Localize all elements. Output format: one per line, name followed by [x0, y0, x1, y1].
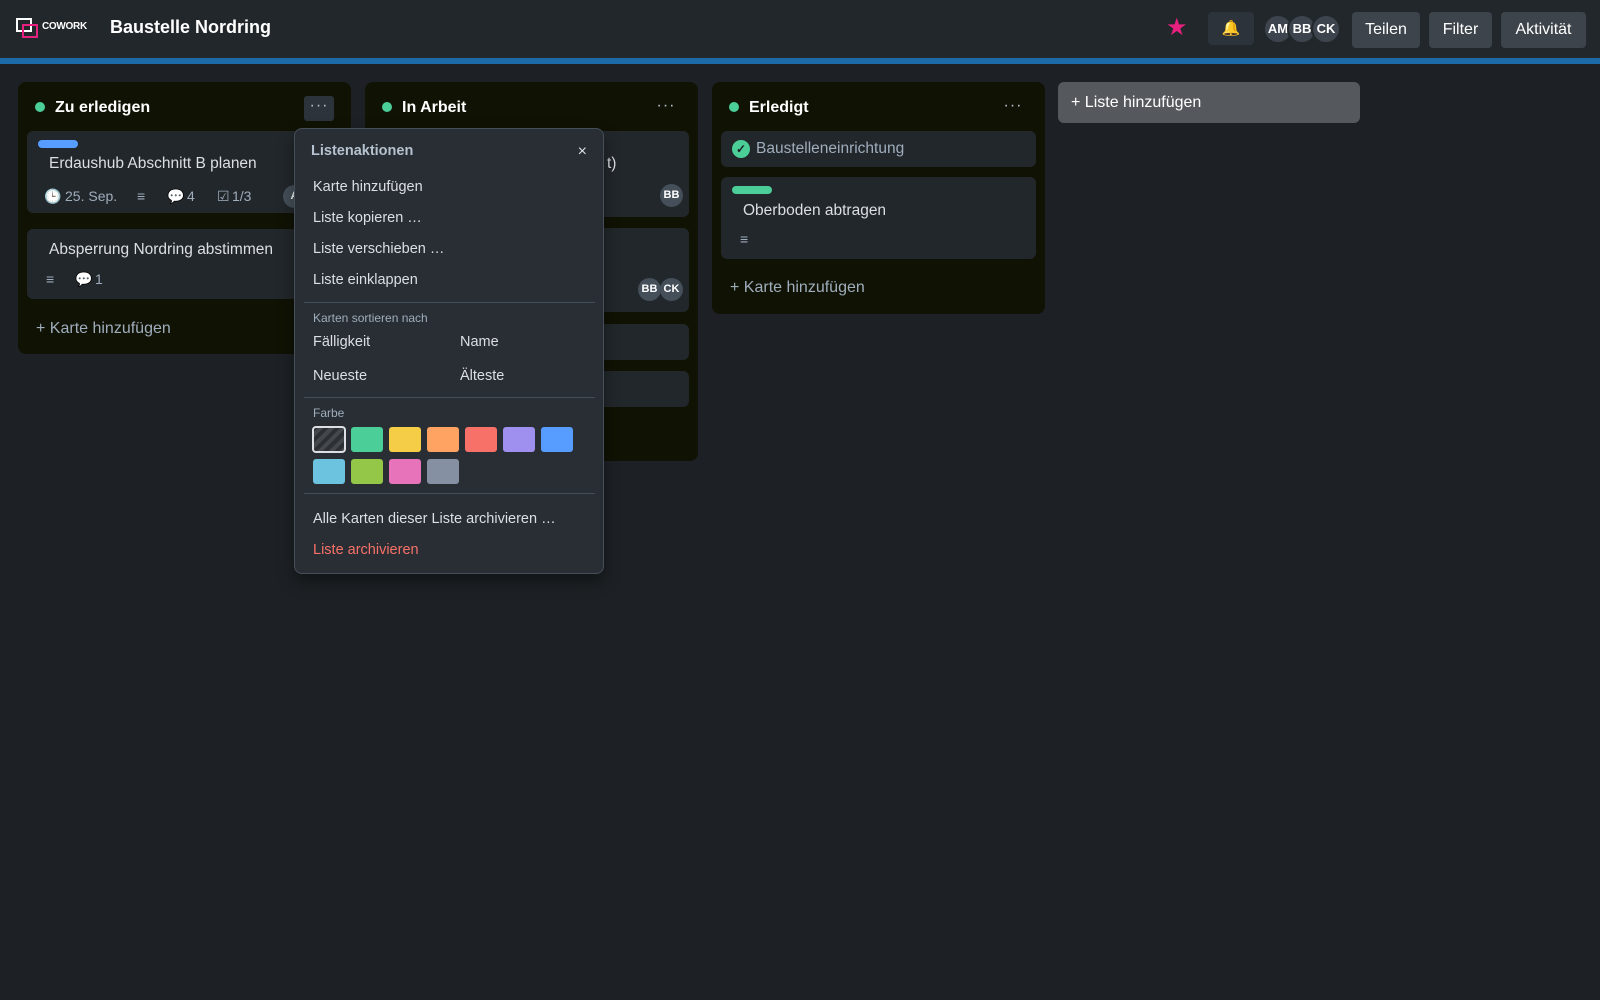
sort-heading: Karten sortieren nach	[313, 311, 428, 325]
list-title[interactable]: Erledigt	[749, 99, 809, 117]
member-avatar[interactable]: CK	[1311, 14, 1341, 44]
list-erledigt: Erledigt ··· ✓ Baustelleneinrichtung Obe…	[712, 82, 1045, 314]
color-swatch-none[interactable]	[312, 426, 346, 453]
list-title[interactable]: In Arbeit	[402, 99, 466, 117]
color-swatch[interactable]	[313, 459, 345, 484]
bell-icon: 🔔	[1221, 20, 1241, 37]
color-swatch[interactable]	[427, 427, 459, 452]
list-status-dot	[35, 102, 45, 112]
card-due-date: 25. Sep.	[65, 188, 118, 204]
card-title: t)	[607, 155, 617, 172]
comment-icon: 💬	[75, 271, 93, 287]
action-add-card[interactable]: Karte hinzufügen	[313, 179, 423, 195]
card-label	[38, 140, 78, 148]
divider	[304, 397, 595, 398]
activity-button[interactable]: Aktivität	[1501, 12, 1586, 48]
card[interactable]: ✓ Baustelleneinrichtung	[721, 131, 1036, 167]
add-list-button[interactable]: + Liste hinzufügen	[1058, 82, 1360, 123]
card-member-avatar: BB	[638, 278, 661, 301]
share-button[interactable]: Teilen	[1352, 12, 1420, 48]
clock-icon: 🕒	[44, 188, 62, 204]
divider	[304, 493, 595, 494]
header-accent-strip	[0, 58, 1600, 64]
list-header: Erledigt ···	[712, 82, 1045, 128]
action-archive-list[interactable]: Liste archivieren	[313, 542, 419, 558]
card-member-avatar: BB	[660, 184, 683, 207]
color-swatch[interactable]	[503, 427, 535, 452]
card-title: Oberboden abtragen	[743, 202, 887, 219]
list-title[interactable]: Zu erledigen	[55, 99, 150, 117]
color-swatch[interactable]	[351, 459, 383, 484]
card-title: Baustelleneinrichtung	[756, 140, 905, 157]
card-comment-count: 1	[95, 271, 103, 287]
card[interactable]: Oberboden abtragen ≡	[721, 177, 1036, 259]
logo-text: COWORK	[42, 21, 87, 32]
divider	[304, 302, 595, 303]
color-swatch[interactable]	[389, 459, 421, 484]
close-icon[interactable]: ×	[578, 143, 587, 161]
star-icon[interactable]: ★	[1166, 14, 1188, 42]
check-complete-icon[interactable]: ✓	[732, 140, 750, 158]
list-header: In Arbeit ···	[365, 82, 698, 128]
comment-icon: 💬	[167, 188, 185, 204]
sort-name[interactable]: Name	[460, 334, 499, 350]
color-swatch[interactable]	[351, 427, 383, 452]
card-member-avatar: CK	[660, 278, 683, 301]
sort-due-date[interactable]: Fälligkeit	[313, 334, 370, 350]
list-actions-popover: Listenaktionen × Karte hinzufügen Liste …	[294, 128, 604, 574]
card-comment-count: 4	[187, 188, 195, 204]
card-checklist-progress: 1/3	[232, 188, 252, 204]
add-card-button[interactable]: + Karte hinzufügen	[36, 320, 171, 338]
app-logo[interactable]: COWORK	[16, 18, 87, 40]
color-swatch[interactable]	[427, 459, 459, 484]
list-menu-button[interactable]: ···	[304, 96, 334, 121]
color-swatch[interactable]	[541, 427, 573, 452]
list-status-dot	[382, 102, 392, 112]
checklist-icon: ☑	[217, 188, 230, 204]
action-collapse-list[interactable]: Liste einklappen	[313, 272, 418, 288]
action-archive-all-cards[interactable]: Alle Karten dieser Liste archivieren …	[313, 511, 556, 527]
action-copy-list[interactable]: Liste kopieren …	[313, 210, 422, 226]
color-swatch[interactable]	[465, 427, 497, 452]
list-menu-button[interactable]: ···	[651, 96, 681, 121]
description-icon: ≡	[740, 231, 749, 247]
sort-oldest[interactable]: Älteste	[460, 368, 504, 384]
notifications-button[interactable]: 🔔	[1208, 12, 1254, 45]
description-icon: ≡	[137, 188, 146, 204]
action-move-list[interactable]: Liste verschieben …	[313, 241, 444, 257]
board-header: COWORK Baustelle Nordring ★ 🔔 AM BB CK T…	[0, 0, 1600, 58]
list-menu-button[interactable]: ···	[998, 96, 1028, 121]
logo-square-pink	[22, 24, 38, 38]
description-icon: ≡	[46, 271, 55, 287]
board-title[interactable]: Baustelle Nordring	[110, 17, 271, 38]
card-title: Erdaushub Abschnitt B planen	[49, 155, 257, 172]
popover-title: Listenaktionen	[311, 143, 414, 159]
list-header: Zu erledigen ···	[18, 82, 351, 128]
card-label	[732, 186, 772, 194]
filter-button[interactable]: Filter	[1429, 12, 1492, 48]
card-title: Absperrung Nordring abstimmen	[49, 241, 273, 258]
add-card-button[interactable]: + Karte hinzufügen	[730, 279, 865, 297]
color-swatch[interactable]	[389, 427, 421, 452]
sort-newest[interactable]: Neueste	[313, 368, 367, 384]
color-heading: Farbe	[313, 406, 345, 420]
list-status-dot	[729, 102, 739, 112]
